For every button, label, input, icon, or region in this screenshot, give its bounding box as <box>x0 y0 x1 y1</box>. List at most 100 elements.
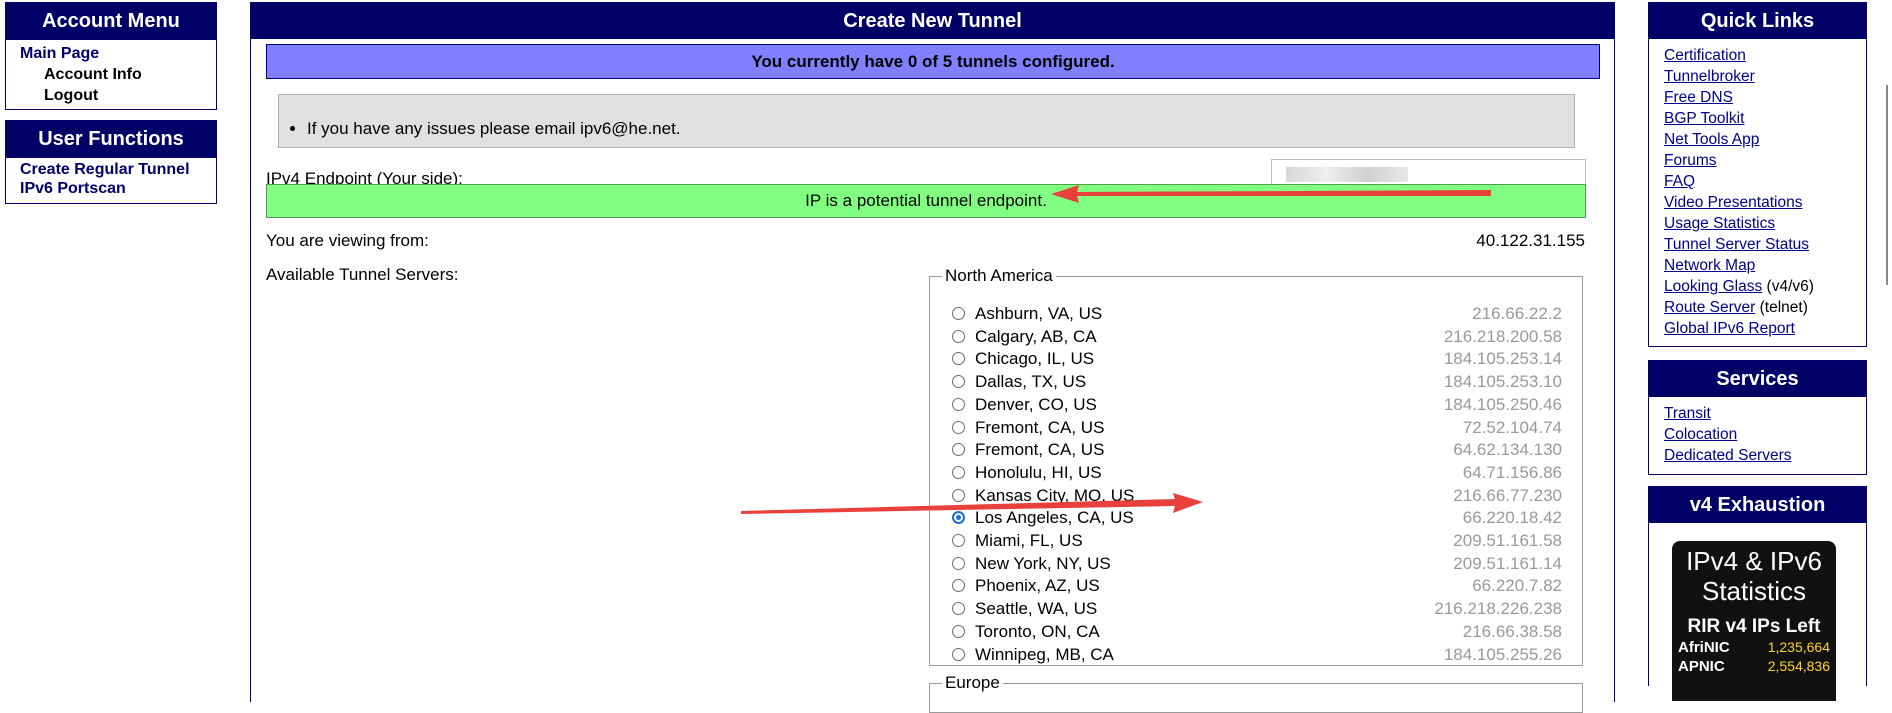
tunnel-server-option[interactable]: Calgary, AB, CA 216.218.200.58 <box>950 326 1570 348</box>
radio-button[interactable] <box>952 579 965 593</box>
rir-row: APNIC 2,554,836 <box>1672 657 1836 676</box>
account-info-link[interactable]: Account Info <box>20 64 216 85</box>
server-ip: 184.105.250.46 <box>1443 394 1562 414</box>
notice-item: If you have any issues please email ipv6… <box>307 119 681 139</box>
tunnel-server-option[interactable]: Miami, FL, US 209.51.161.58 <box>950 530 1570 552</box>
server-location: Ashburn, VA, US <box>975 304 1103 323</box>
stats-headline: IPv4 & IPv6 Statistics <box>1686 546 1822 606</box>
quick-link-faq[interactable]: FAQ <box>1664 173 1695 190</box>
server-ip: 209.51.161.14 <box>1453 553 1562 573</box>
server-location: Toronto, ON, CA <box>975 621 1100 641</box>
dedicated-servers-link[interactable]: Dedicated Servers <box>1664 447 1792 464</box>
rir-count: 2,554,836 <box>1767 658 1830 674</box>
create-tunnel-panel: Create New Tunnel You currently have 0 o… <box>250 2 1615 713</box>
create-regular-tunnel-link[interactable]: Create Regular Tunnel <box>20 160 216 179</box>
tunnel-server-option[interactable]: Chicago, IL, US 184.105.253.14 <box>950 348 1570 370</box>
tunnel-server-option[interactable]: New York, NY, US 209.51.161.14 <box>950 553 1570 575</box>
tunnel-server-option[interactable]: Fremont, CA, US 72.52.104.74 <box>950 417 1570 439</box>
server-location: Honolulu, HI, US <box>975 462 1102 482</box>
quick-links-list: Certification Tunnelbroker Free DNS BGP Too… <box>1649 39 1866 339</box>
ipv4-ipv6-stats-widget[interactable]: IPv4 & IPv6 Statistics RIR v4 IPs Left A… <box>1672 541 1836 701</box>
quick-link-usage-statistics[interactable]: Usage Statistics <box>1664 215 1775 232</box>
radio-button[interactable] <box>952 602 965 616</box>
annotation-arrow-icon <box>741 493 1203 514</box>
server-location: Seattle, WA, US <box>975 599 1098 619</box>
tunnel-server-option[interactable]: Honolulu, HI, US 64.71.156.86 <box>950 462 1570 484</box>
quick-links-panel: Quick Links Certification Tunnelbroker Fre… <box>1648 2 1867 347</box>
server-location: Calgary, AB, CA <box>975 326 1097 346</box>
v4-exhaustion-panel: v4 Exhaustion IPv4 & IPv6 Statistics RIR… <box>1648 486 1867 701</box>
quick-link-suffix: (v4/v6) <box>1762 278 1814 295</box>
server-ip: 216.66.77.230 <box>1453 485 1562 505</box>
server-ip: 184.105.255.26 <box>1443 644 1562 664</box>
radio-button[interactable] <box>952 375 965 389</box>
quick-link-net-tools-app[interactable]: Net Tools App <box>1664 131 1759 148</box>
radio-button[interactable] <box>952 556 965 570</box>
stats-subhead: RIR v4 IPs Left <box>1687 616 1821 637</box>
quick-link-certification[interactable]: Certification <box>1664 47 1746 64</box>
server-location: Fremont, CA, US <box>975 440 1105 460</box>
logout-link[interactable]: Logout <box>20 85 216 106</box>
quick-link-video-presentations[interactable]: Video Presentations <box>1664 194 1802 211</box>
main-page-link[interactable]: Main Page <box>20 43 216 64</box>
rir-count: 1,235,664 <box>1767 639 1830 655</box>
page-title: Create New Tunnel <box>251 3 1614 39</box>
quick-link-bgp-toolkit[interactable]: BGP Toolkit <box>1664 110 1744 127</box>
tunnel-server-option[interactable]: Denver, CO, US 184.105.250.46 <box>950 394 1570 416</box>
quick-link-suffix: (telnet) <box>1755 299 1808 316</box>
region-europe: Europe <box>929 673 1583 713</box>
server-ip: 64.62.134.130 <box>1453 440 1562 460</box>
radio-button[interactable] <box>952 647 965 661</box>
server-location: Chicago, IL, US <box>975 349 1095 369</box>
tunnel-server-option[interactable]: Toronto, ON, CA 216.66.38.58 <box>950 621 1570 643</box>
ipv6-portscan-link[interactable]: IPv6 Portscan <box>20 179 216 198</box>
radio-button[interactable] <box>952 624 965 638</box>
server-ip: 216.66.38.58 <box>1462 621 1562 641</box>
user-functions-title: User Functions <box>6 121 216 158</box>
server-ip: 72.52.104.74 <box>1462 417 1562 437</box>
account-menu-title: Account Menu <box>6 3 216 40</box>
quick-link-forums[interactable]: Forums <box>1664 152 1717 169</box>
quick-link-global-ipv6-report[interactable]: Global IPv6 Report <box>1664 320 1795 337</box>
quick-link-looking-glass[interactable]: Looking Glass <box>1664 278 1762 295</box>
quick-link-tunnelbroker[interactable]: Tunnelbroker <box>1664 68 1755 85</box>
tunnel-server-option[interactable]: Dallas, TX, US 184.105.253.10 <box>950 371 1570 393</box>
radio-button[interactable] <box>952 352 965 366</box>
page-scrollbar[interactable] <box>1880 0 1892 679</box>
account-menu-panel: Account Menu Main Page Account Info Logo… <box>5 2 217 110</box>
tunnel-server-option[interactable]: Seattle, WA, US 216.218.226.238 <box>950 598 1570 620</box>
server-ip: 184.105.253.10 <box>1443 372 1562 392</box>
server-location: Winnipeg, MB, CA <box>975 644 1114 664</box>
radio-button[interactable] <box>952 443 965 457</box>
region-north-america: North America Ashburn, VA, US 216.66.22.2… <box>929 266 1583 666</box>
services-panel: Services Transit Colocation Dedicated Se… <box>1648 360 1867 475</box>
colocation-link[interactable]: Colocation <box>1664 426 1737 443</box>
radio-button[interactable] <box>952 534 965 547</box>
radio-button[interactable] <box>952 465 965 479</box>
tunnel-server-option[interactable]: Fremont, CA, US 64.62.134.130 <box>950 439 1570 461</box>
scrollbar-thumb[interactable] <box>1886 85 1888 285</box>
tunnel-servers-label: Available Tunnel Servers: <box>266 265 459 284</box>
transit-link[interactable]: Transit <box>1664 405 1711 422</box>
tunnel-server-option[interactable]: Winnipeg, MB, CA 184.105.255.26 <box>950 644 1570 666</box>
server-ip: 184.105.253.14 <box>1443 349 1562 369</box>
quick-link-tunnel-server-status[interactable]: Tunnel Server Status <box>1664 236 1809 253</box>
quick-link-network-map[interactable]: Network Map <box>1664 257 1755 274</box>
radio-button[interactable] <box>952 397 965 411</box>
radio-button[interactable] <box>952 329 965 343</box>
viewing-ip-value: 40.122.31.155 <box>1476 231 1585 250</box>
tunnel-count-banner: You currently have 0 of 5 tunnels config… <box>266 44 1600 79</box>
quick-link-free-dns[interactable]: Free DNS <box>1664 89 1733 106</box>
radio-button[interactable] <box>952 307 965 320</box>
quick-link-route-server[interactable]: Route Server <box>1664 299 1755 316</box>
tunnel-server-option[interactable]: Phoenix, AZ, US 66.220.7.82 <box>950 575 1570 597</box>
notice-box: If you have any issues please email ipv6… <box>278 94 1575 148</box>
annotation-arrow-icon <box>1051 185 1491 203</box>
radio-button[interactable] <box>952 420 965 434</box>
server-location: Phoenix, AZ, US <box>975 576 1100 596</box>
server-ip: 209.51.161.58 <box>1453 531 1562 550</box>
tunnel-server-option[interactable]: Ashburn, VA, US 216.66.22.2 <box>950 303 1570 325</box>
services-title: Services <box>1649 361 1866 397</box>
server-ip: 66.220.7.82 <box>1472 576 1562 596</box>
server-ip: 66.220.18.42 <box>1462 508 1562 528</box>
